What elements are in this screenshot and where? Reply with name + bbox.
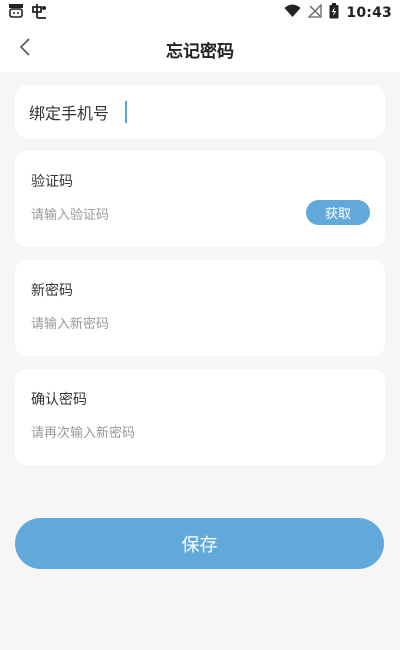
status-bar: 10:43: [0, 0, 400, 26]
notification-face-icon: [8, 3, 24, 23]
phone-card[interactable]: 绑定手机号: [15, 85, 385, 138]
confirm-password-input[interactable]: [31, 423, 301, 443]
back-button[interactable]: [10, 34, 40, 64]
get-code-button[interactable]: 获取: [306, 200, 370, 225]
new-password-input[interactable]: [31, 314, 301, 334]
app-logo-icon: [30, 3, 48, 23]
confirm-password-label: 确认密码: [31, 392, 87, 408]
text-cursor: [125, 100, 128, 123]
confirm-password-card: 确认密码: [15, 369, 385, 465]
save-button[interactable]: 保存: [15, 518, 384, 569]
status-time: 10:43: [346, 5, 392, 21]
verify-code-label: 验证码: [31, 174, 73, 190]
chevron-left-icon: [18, 37, 32, 61]
wifi-icon: [284, 4, 301, 22]
new-password-card: 新密码: [15, 260, 385, 356]
phone-label: 绑定手机号: [29, 103, 110, 123]
verify-code-input[interactable]: [31, 205, 301, 225]
page-title: 忘记密码: [166, 41, 234, 62]
nav-bar: 忘记密码: [0, 26, 400, 72]
new-password-label: 新密码: [31, 283, 73, 299]
battery-charging-icon: [329, 3, 339, 23]
no-signal-icon: [307, 3, 323, 22]
verify-code-card: 验证码 获取: [15, 151, 385, 247]
